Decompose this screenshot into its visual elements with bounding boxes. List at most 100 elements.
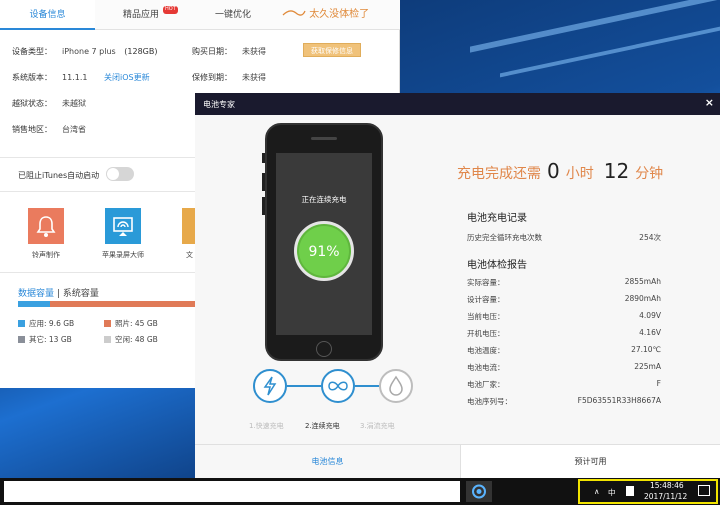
bell-icon: [28, 208, 64, 244]
capacity-segment: [49, 301, 200, 307]
device-type-row: 设备类型： iPhone 7 plus (128GB): [12, 46, 157, 57]
phone-illustration: 正在连续充电 91%: [262, 123, 383, 361]
divider: [0, 191, 195, 192]
get-warranty-button[interactable]: 获取保修信息: [303, 43, 361, 57]
infinity-icon: [321, 369, 355, 403]
ime-indicator[interactable]: 中: [608, 487, 616, 498]
taskbar-search-box[interactable]: [4, 481, 460, 502]
system-version-row: 系统版本： 11.1.1 关闭iOS更新: [12, 72, 150, 83]
drop-icon: [379, 369, 413, 403]
legend-apps: 应用: 9.6 GB: [18, 318, 74, 329]
legend-swatch: [104, 336, 111, 343]
legend-swatch: [104, 320, 111, 327]
taskbar: ∧ 中 15:48:46 2017/11/12: [0, 478, 720, 505]
warranty-value: 未获得: [242, 73, 266, 82]
step-connector: [355, 385, 379, 387]
charge-record-title: 电池充电记录: [467, 213, 527, 224]
warranty-row: 保修到期： 未获得: [192, 72, 266, 83]
health-key: 电池电流：: [467, 363, 505, 372]
health-value: F: [656, 379, 661, 388]
minutes-unit: 分钟: [635, 166, 664, 182]
device-capacity: (128GB): [124, 47, 158, 56]
health-key: 实际容量：: [467, 278, 505, 287]
tab-featured-apps[interactable]: 精品应用: [95, 0, 187, 30]
health-key: 设计容量：: [467, 295, 505, 304]
battery-title-bar: 电池专家 ×: [195, 93, 720, 115]
capacity-tabs: 数据容量 | 系统容量: [18, 286, 99, 299]
health-value: 2855mAh: [624, 277, 661, 286]
system-version-label: 系统版本：: [12, 73, 52, 82]
remaining-time: 充电完成还需 0 小时 12 分钟: [457, 159, 663, 183]
health-key: 开机电压：: [467, 329, 505, 338]
legend-photos-label: 照片: 45 GB: [115, 319, 158, 328]
tab-battery-info[interactable]: 电池信息: [195, 445, 460, 479]
legend-free: 空闲: 48 GB: [104, 334, 158, 345]
promo-text: 太久没体检了: [309, 9, 370, 20]
ringtone-maker-tool[interactable]: 铃声制作: [16, 208, 76, 260]
jailbreak-row: 越狱状态： 未越狱: [12, 98, 86, 109]
purchase-date-label: 购买日期：: [192, 47, 232, 56]
system-tray: ∧ 中 15:48:46 2017/11/12: [578, 479, 718, 504]
tab-estimated-usage[interactable]: 预计可用: [460, 445, 720, 479]
tab-system-capacity[interactable]: 系统容量: [63, 289, 99, 299]
tab-data-capacity[interactable]: 数据容量: [18, 289, 54, 299]
sales-region-value: 台湾省: [62, 125, 86, 134]
action-center-icon[interactable]: [698, 485, 710, 496]
clock-time[interactable]: 15:48:46: [650, 481, 684, 490]
battery-window-title: 电池专家: [203, 100, 235, 109]
file-tool[interactable]: 文: [168, 208, 196, 260]
screen-recorder-tool[interactable]: 苹果录屏大师: [93, 208, 153, 260]
legend-swatch: [18, 320, 25, 327]
folder-icon: [182, 208, 196, 244]
health-value: 4.09V: [639, 311, 661, 320]
step-trickle-charge: 3.涓流充电: [360, 422, 395, 430]
step-continuous-charge: 2.连续充电: [305, 422, 340, 430]
legend-apps-label: 应用: 9.6 GB: [29, 319, 75, 328]
battery-expert-window: 电池专家 × 正在连续充电 91% 1.快速充电 2.连续充电 3.涓流充电 充…: [195, 93, 720, 479]
charge-cycle-value: 254次: [639, 233, 661, 242]
warranty-label: 保修到期：: [192, 73, 232, 82]
itunes-autostart-toggle[interactable]: [106, 167, 134, 181]
legend-swatch: [18, 336, 25, 343]
device-type-value: iPhone 7 plus: [62, 47, 116, 56]
phone-home-button: [316, 341, 332, 357]
tab-one-click-optimize[interactable]: 一键优化: [187, 0, 279, 30]
legend-free-label: 空闲: 48 GB: [115, 335, 158, 344]
notification-app-icon[interactable]: [626, 486, 634, 496]
health-value: F5D63551R33H8667A: [577, 396, 661, 405]
charge-cycle-label: 历史完全循环充电次数: [467, 233, 542, 242]
jailbreak-value: 未越狱: [62, 99, 86, 108]
purchase-date-value: 未获得: [242, 47, 266, 56]
remaining-hours: 0: [547, 159, 560, 183]
chevron-up-icon[interactable]: ∧: [594, 487, 600, 496]
legend-other: 其它: 13 GB: [18, 334, 72, 345]
phone-side-button: [262, 197, 265, 215]
health-value: 2890mAh: [624, 294, 661, 303]
health-check-promo[interactable]: 太久没体检了: [282, 0, 369, 30]
tab-featured-apps-label: 精品应用: [122, 10, 159, 20]
phone-earpiece: [311, 137, 337, 140]
tab-device-info[interactable]: 设备信息: [0, 0, 95, 30]
remaining-prefix: 充电完成还需: [457, 166, 541, 182]
step-connector: [287, 385, 321, 387]
app-taskbar-button[interactable]: [466, 481, 492, 502]
hours-unit: 小时: [565, 166, 594, 182]
disable-ios-update-link[interactable]: 关闭iOS更新: [104, 73, 150, 82]
screen-recorder-label: 苹果录屏大师: [102, 251, 144, 259]
battery-percent: 91%: [308, 244, 340, 260]
main-tab-bar: 设备信息 精品应用 HOT 一键优化 太久没体检了: [0, 0, 400, 30]
phone-screen: 正在连续充电 91%: [276, 153, 372, 335]
health-value: 4.16V: [639, 328, 661, 337]
battery-bottom-tabs: 电池信息 预计可用: [195, 444, 720, 479]
charging-status: 正在连续充电: [301, 195, 347, 204]
health-key: 电池厂家：: [467, 380, 505, 389]
hot-badge: HOT: [163, 6, 178, 14]
clock-date[interactable]: 2017/11/12: [644, 492, 687, 501]
health-key: 当前电压：: [467, 312, 505, 321]
close-icon[interactable]: ×: [705, 96, 714, 109]
itunes-toggle-label: 已阻止iTunes自动启动: [18, 171, 100, 180]
health-key: 电池序列号：: [467, 397, 512, 406]
capacity-segment: [18, 301, 50, 307]
health-value: 225mA: [634, 362, 661, 371]
sales-region-label: 销售地区：: [12, 125, 52, 134]
